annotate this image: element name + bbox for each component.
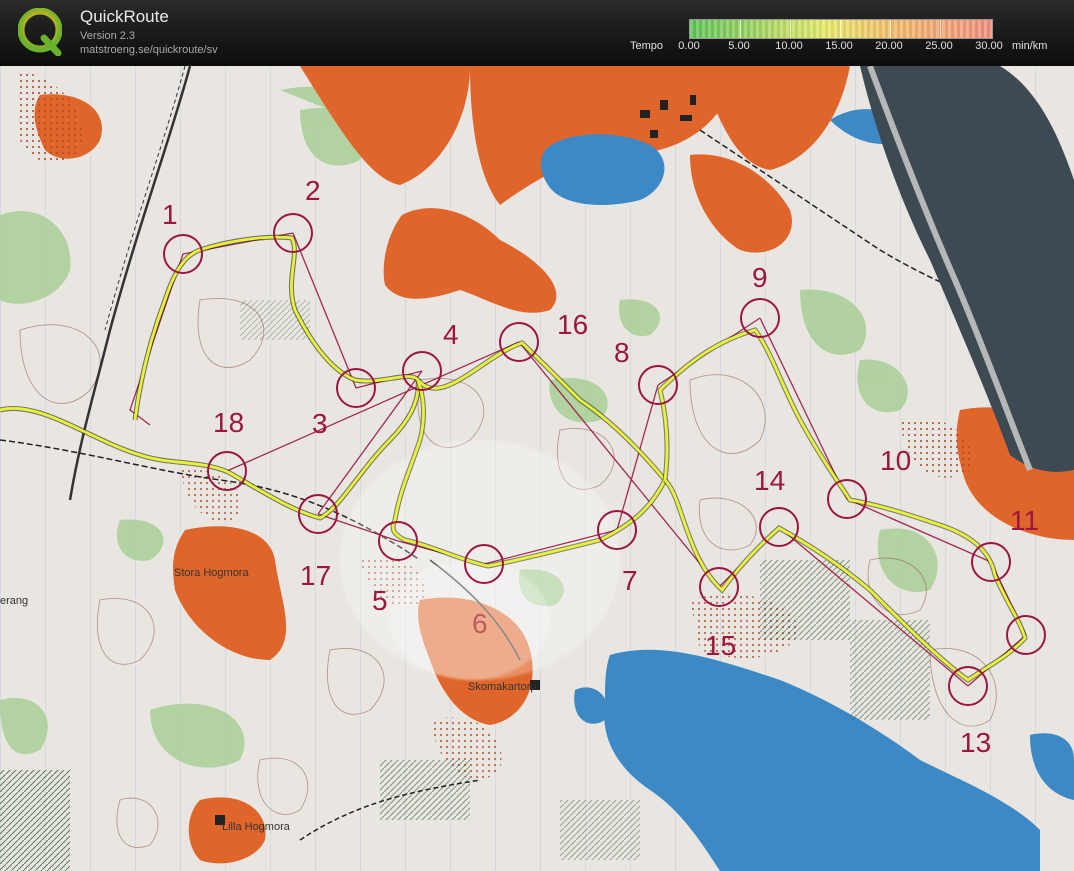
tempo-tick: 5.00 (728, 40, 750, 52)
tempo-label: Tempo (630, 40, 664, 52)
control-number: 8 (614, 337, 630, 368)
control-number: 7 (622, 565, 638, 596)
place-name: Lilla Hogmora (222, 821, 291, 833)
orienteering-map[interactable]: 1 2 3 4 5 6 7 8 9 10 11 13 14 15 16 17 1… (0, 66, 1074, 871)
map-canvas[interactable]: 1 2 3 4 5 6 7 8 9 10 11 13 14 15 16 17 1… (0, 66, 1074, 871)
control-number: 17 (300, 560, 331, 591)
control-number: 9 (752, 262, 768, 293)
tempo-tick: 30.00 (975, 40, 1003, 52)
control-number: 2 (305, 175, 321, 206)
app-url: matstroeng.se/quickroute/sv (80, 44, 218, 56)
app-title: QuickRoute (80, 7, 169, 26)
app-header: QuickRoute Version 2.3 matstroeng.se/qui… (0, 0, 1074, 67)
control-number: 6 (472, 608, 488, 639)
quickroute-logo-icon (18, 8, 62, 56)
app-version: Version 2.3 (80, 30, 136, 42)
control-number: 3 (312, 408, 328, 439)
control-number: 11 (1010, 505, 1039, 536)
control-number: 5 (372, 585, 388, 616)
tempo-tick: 15.00 (825, 40, 853, 52)
control-number: 16 (557, 309, 588, 340)
control-number: 15 (705, 630, 736, 661)
photo-glare (340, 440, 620, 680)
control-number: 13 (960, 727, 991, 758)
control-number: 18 (213, 407, 244, 438)
control-number: 4 (443, 319, 459, 350)
tempo-tick: 25.00 (925, 40, 953, 52)
place-name: Skomakartorp (468, 681, 536, 693)
tempo-color-scale (689, 19, 993, 39)
place-name: Stora Hogmora (174, 567, 249, 579)
tempo-tick: 10.00 (775, 40, 803, 52)
control-number: 10 (880, 445, 911, 476)
control-number: 1 (162, 199, 178, 230)
tempo-tick: 0.00 (678, 40, 700, 52)
place-name: erang (0, 595, 28, 607)
tempo-tick: 20.00 (875, 40, 903, 52)
control-number: 14 (754, 465, 785, 496)
tempo-unit: min/km (1012, 40, 1048, 52)
